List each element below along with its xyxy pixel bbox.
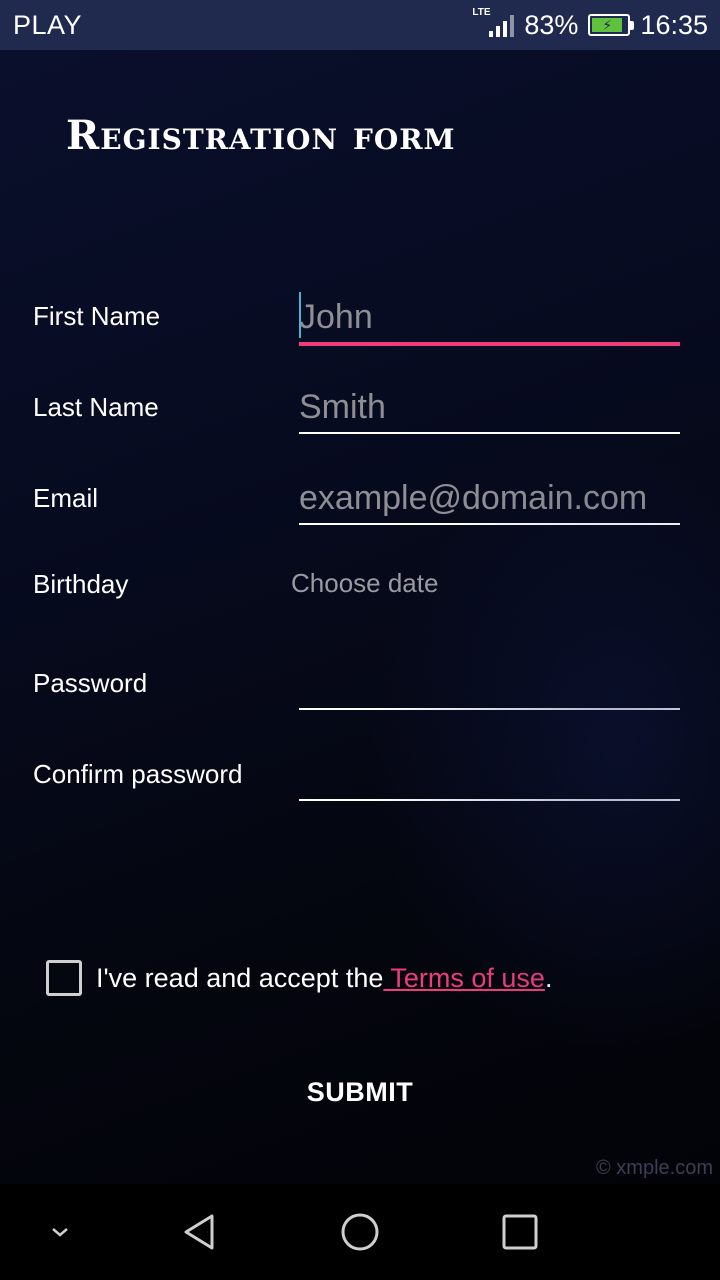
carrier-name: PLAY [13, 9, 83, 40]
password-input[interactable] [299, 664, 680, 708]
password-label: Password [33, 668, 148, 698]
registration-screen: Registration form First Name Last Name E… [0, 50, 720, 1184]
back-icon[interactable] [170, 1184, 230, 1280]
email-input[interactable] [299, 479, 680, 523]
last-name-label: Last Name [33, 392, 159, 422]
submit-button[interactable]: SUBMIT [260, 1068, 460, 1116]
status-bar: PLAY LTE 83% ⚡ 16:35 [0, 0, 720, 50]
network-type: LTE [472, 7, 491, 18]
recents-icon[interactable] [490, 1184, 550, 1280]
page-title: Registration form [66, 112, 456, 159]
first-name-input[interactable] [299, 298, 680, 342]
signal-icon: LTE [472, 7, 515, 43]
navigation-bar [0, 1184, 720, 1280]
birthday-date-picker[interactable]: Choose date [291, 568, 438, 599]
last-name-input[interactable] [299, 388, 680, 432]
terms-text: I've read and accept the [96, 962, 384, 993]
chevron-down-icon[interactable] [40, 1184, 80, 1280]
terms-row: I've read and accept the Terms of use . [46, 960, 552, 996]
watermark: © xmple.com [596, 1157, 713, 1179]
clock: 16:35 [640, 9, 708, 40]
password-field-container [299, 664, 680, 710]
battery-icon: ⚡ [588, 14, 635, 36]
confirm-password-input[interactable] [299, 755, 680, 799]
last-name-field-container [299, 388, 680, 434]
birthday-label: Birthday [33, 569, 129, 599]
email-label: Email [33, 483, 99, 513]
terms-of-use-link[interactable]: Terms of use [383, 963, 545, 994]
terms-checkbox[interactable] [46, 960, 82, 996]
terms-suffix: . [544, 962, 553, 993]
battery-percent: 83% [524, 9, 579, 40]
email-field-container [299, 479, 680, 525]
text-cursor [299, 292, 301, 338]
first-name-label: First Name [33, 301, 161, 331]
first-name-field-container [299, 292, 680, 346]
home-icon[interactable] [330, 1184, 390, 1280]
confirm-password-label: Confirm password [33, 759, 243, 789]
confirm-password-field-container [299, 755, 680, 801]
status-indicators: LTE 83% ⚡ 16:35 [472, 7, 708, 43]
